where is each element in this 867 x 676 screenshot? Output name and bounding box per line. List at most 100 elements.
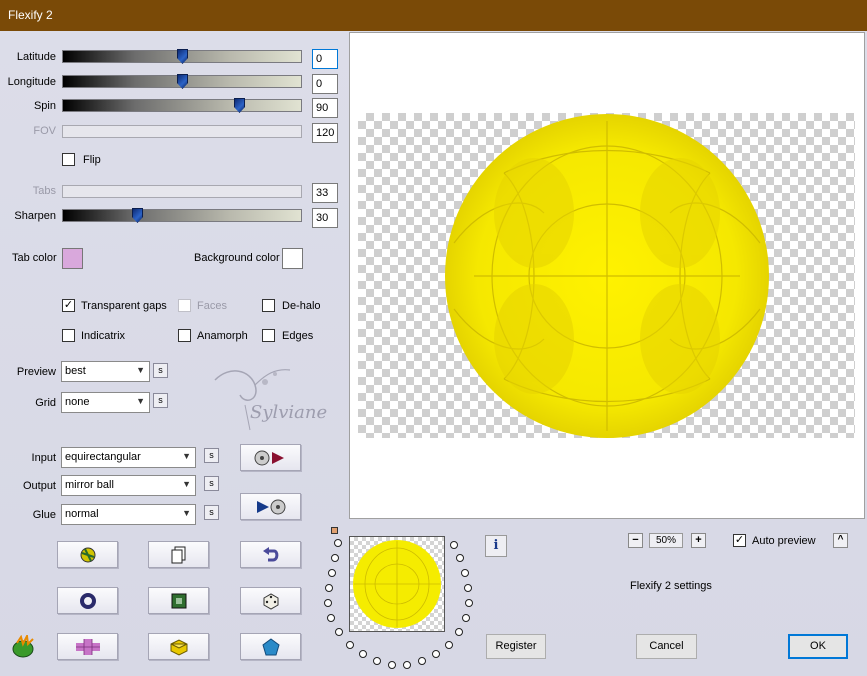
register-button[interactable]: Register [486, 634, 546, 659]
grid-s-button[interactable]: s [153, 393, 168, 408]
grid-label: Grid [35, 397, 56, 409]
navigator-dot[interactable] [462, 614, 470, 622]
tab-color-swatch[interactable] [62, 248, 83, 269]
disc-play-icon [254, 450, 284, 465]
info-icon[interactable]: i [485, 535, 507, 557]
zoom-in-button[interactable]: + [691, 533, 706, 548]
save-preset-button[interactable] [240, 493, 301, 520]
navigator-dot[interactable] [418, 657, 426, 665]
randomize-globe-button[interactable] [57, 541, 118, 568]
navigator-dot[interactable] [334, 539, 342, 547]
copy-button[interactable] [148, 541, 209, 568]
output-label: Output [22, 480, 56, 492]
navigator-dot[interactable] [455, 628, 463, 636]
ok-button[interactable]: OK [788, 634, 848, 659]
flexify-dialog: Flexify 2 Latitude 0 Longitude 0 Spin 90… [0, 0, 867, 676]
sharpen-label: Sharpen [14, 210, 56, 222]
sharpen-slider[interactable] [62, 208, 302, 223]
sharpen-slider-thumb[interactable] [132, 208, 143, 223]
longitude-input[interactable]: 0 [312, 74, 338, 94]
fov-slider[interactable] [62, 125, 302, 138]
thumbnail-navigator[interactable] [349, 536, 445, 632]
chevron-down-icon: ▼ [136, 365, 145, 375]
spin-slider[interactable] [62, 98, 302, 113]
navigator-dot[interactable] [450, 541, 458, 549]
navigator-dot[interactable] [331, 554, 339, 562]
navigator-dot[interactable] [335, 628, 343, 636]
navigator-dot[interactable] [456, 554, 464, 562]
play-disc-icon [256, 499, 285, 514]
indicatrix-checkbox[interactable] [62, 329, 75, 342]
chevron-down-icon: ▼ [182, 508, 191, 518]
navigator-dot[interactable] [432, 650, 440, 658]
navigator-dot[interactable] [464, 584, 472, 592]
longitude-slider-thumb[interactable] [177, 74, 188, 89]
grid-select[interactable]: none ▼ [61, 392, 150, 413]
spin-input[interactable]: 90 [312, 98, 338, 118]
navigator-dot[interactable] [461, 569, 469, 577]
load-preset-button[interactable] [240, 444, 301, 471]
auto-preview-checkbox[interactable]: ✓ [733, 534, 746, 547]
navigator-dot[interactable] [465, 599, 473, 607]
edges-checkbox[interactable] [262, 329, 275, 342]
undo-button[interactable] [240, 541, 301, 568]
longitude-label: Longitude [7, 76, 56, 88]
tabs-slider[interactable] [62, 185, 302, 198]
output-s-button[interactable]: s [204, 476, 219, 491]
preview-s-button[interactable]: s [153, 363, 168, 378]
ring-button[interactable] [57, 587, 118, 614]
navigator-dot[interactable] [346, 641, 354, 649]
preview-label: Preview [16, 366, 56, 378]
navigator-handle[interactable] [331, 527, 338, 534]
chevron-down-icon: ▼ [182, 479, 191, 489]
cancel-button[interactable]: Cancel [636, 634, 697, 659]
tabs-input[interactable]: 33 [312, 183, 338, 203]
glue-s-button[interactable]: s [204, 505, 219, 520]
navigator-dot[interactable] [327, 614, 335, 622]
mirror-ball-image [445, 114, 769, 438]
de-halo-checkbox[interactable] [262, 299, 275, 312]
random-dice-button[interactable] [240, 587, 301, 614]
navigator-dot[interactable] [328, 569, 336, 577]
navigator-dot[interactable] [373, 657, 381, 665]
input-label: Input [31, 452, 56, 464]
latitude-input[interactable]: 0 [312, 49, 338, 69]
output-select-value: mirror ball [65, 479, 114, 491]
globe-icon [80, 547, 95, 562]
pentagon-button[interactable] [240, 633, 301, 660]
blue-pentagon-icon [261, 637, 280, 655]
background-color-swatch[interactable] [282, 248, 303, 269]
faces-checkbox[interactable] [178, 299, 191, 312]
input-select[interactable]: equirectangular ▼ [61, 447, 196, 468]
collapse-button[interactable]: ^ [833, 533, 848, 548]
dice-icon [263, 592, 278, 610]
fov-input[interactable]: 120 [312, 123, 338, 143]
transparent-gaps-label: Transparent gaps [81, 300, 167, 312]
main-preview-canvas[interactable] [349, 32, 865, 519]
navigator-dot[interactable] [325, 584, 333, 592]
transparent-gaps-checkbox[interactable]: ✓ [62, 299, 75, 312]
output-select[interactable]: mirror ball ▼ [61, 475, 196, 496]
navigator-dot[interactable] [388, 661, 396, 669]
preview-select[interactable]: best ▼ [61, 361, 150, 382]
frame-button[interactable] [148, 587, 209, 614]
sharpen-input[interactable]: 30 [312, 208, 338, 228]
zoom-out-button[interactable]: − [628, 533, 643, 548]
longitude-slider[interactable] [62, 74, 302, 89]
flip-checkbox[interactable] [62, 153, 75, 166]
cross-button[interactable] [57, 633, 118, 660]
latitude-slider[interactable] [62, 49, 302, 64]
navigator-dot[interactable] [324, 599, 332, 607]
spin-slider-thumb[interactable] [234, 98, 245, 113]
navigator-dot[interactable] [403, 661, 411, 669]
navigator-dot[interactable] [445, 641, 453, 649]
cube-button[interactable] [148, 633, 209, 660]
flip-label: Flip [83, 154, 101, 166]
glue-select[interactable]: normal ▼ [61, 504, 196, 525]
navigator-dot[interactable] [359, 650, 367, 658]
input-s-button[interactable]: s [204, 448, 219, 463]
latitude-slider-thumb[interactable] [177, 49, 188, 64]
yellow-cube-icon [170, 638, 187, 656]
latitude-label: Latitude [16, 51, 56, 63]
anamorph-checkbox[interactable] [178, 329, 191, 342]
